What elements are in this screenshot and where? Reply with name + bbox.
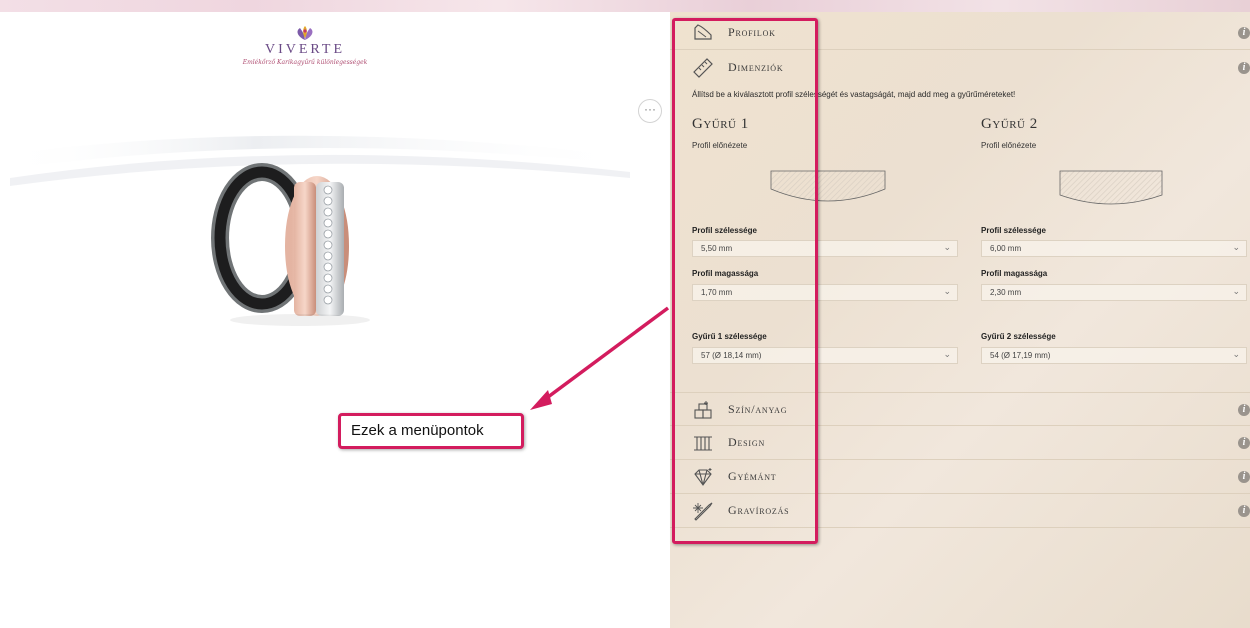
chevron-down-icon: ⌄ bbox=[943, 286, 951, 296]
info-icon[interactable]: i bbox=[1238, 27, 1250, 39]
ring-2-profile-width-select[interactable]: 6,00 mm ⌄ bbox=[981, 240, 1247, 257]
profile-width-label: Profil szélessége bbox=[981, 226, 1046, 235]
chevron-down-icon: ⌄ bbox=[1232, 242, 1240, 252]
site-logo[interactable]: VIVERTE Emlékőrző Karikagyűrű különleges… bbox=[225, 25, 385, 85]
annotation-callout: Ezek a menüpontok bbox=[338, 413, 524, 449]
ring-size-label: Gyűrű 2 szélessége bbox=[981, 332, 1056, 341]
chevron-down-icon: ⌄ bbox=[1232, 286, 1240, 296]
decorative-top-banner bbox=[0, 0, 1250, 12]
chevron-down-icon: ⌄ bbox=[943, 242, 951, 252]
flower-logo-icon bbox=[297, 26, 313, 40]
more-options-button[interactable]: ··· bbox=[638, 99, 662, 123]
chevron-down-icon: ⌄ bbox=[943, 349, 951, 359]
ring-2-size-select[interactable]: 54 (Ø 17,19 mm) ⌄ bbox=[981, 347, 1247, 364]
select-value: 6,00 mm bbox=[990, 244, 1022, 253]
info-icon[interactable]: i bbox=[1238, 437, 1250, 449]
ring-2-profile-height-select[interactable]: 2,30 mm ⌄ bbox=[981, 284, 1247, 301]
profile-preview-shape bbox=[1059, 170, 1163, 205]
callout-text: Ezek a menüpontok bbox=[351, 422, 484, 439]
menu-highlight-frame bbox=[672, 18, 818, 544]
info-icon[interactable]: i bbox=[1238, 505, 1250, 517]
profile-preview-label: Profil előnézete bbox=[981, 141, 1037, 150]
info-icon[interactable]: i bbox=[1238, 404, 1250, 416]
ring-product-image bbox=[0, 135, 640, 326]
logo-tagline: Emlékőrző Karikagyűrű különlegességek bbox=[242, 59, 368, 66]
ring-2-settings: Gyűrű 2 Profil előnézete bbox=[981, 116, 1250, 205]
select-value: 2,30 mm bbox=[990, 288, 1022, 297]
logo-brand-name: VIVERTE bbox=[264, 42, 346, 57]
select-value: 54 (Ø 17,19 mm) bbox=[990, 351, 1051, 360]
profile-height-label: Profil magassága bbox=[981, 269, 1048, 278]
info-icon[interactable]: i bbox=[1238, 471, 1250, 483]
chevron-down-icon: ⌄ bbox=[1232, 349, 1240, 359]
ring-2-title: Gyűrű 2 bbox=[981, 116, 1038, 132]
info-icon[interactable]: i bbox=[1238, 62, 1250, 74]
